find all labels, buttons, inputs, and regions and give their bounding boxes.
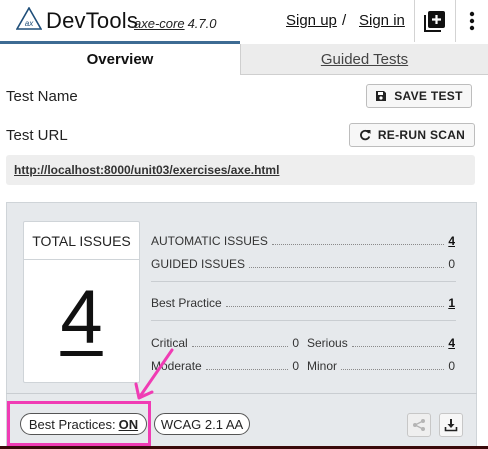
minor-value: 0 [448, 359, 455, 373]
best-practice-label: Best Practice [151, 296, 222, 310]
share-icon [413, 419, 425, 431]
save-test-button[interactable]: SAVE TEST [366, 84, 472, 108]
panel-footer-divider [6, 393, 477, 394]
guided-issues-label: GUIDED ISSUES [151, 257, 246, 271]
save-test-label: SAVE TEST [394, 89, 463, 103]
wcag-level-label: WCAG 2.1 AA [160, 416, 244, 432]
best-practice-value[interactable]: 1 [448, 296, 455, 310]
tab-overview[interactable]: Overview [0, 44, 240, 75]
more-menu-button[interactable] [456, 0, 488, 42]
total-issues-card: TOTAL ISSUES 4 [23, 221, 140, 383]
floppy-disk-icon [376, 91, 387, 101]
engine-info: axe-core 4.7.0 [134, 16, 217, 31]
app-header: ax DevTools axe-core 4.7.0 Sign up / Sign… [0, 0, 488, 42]
kebab-menu-icon [469, 11, 475, 31]
guided-issues-value: 0 [448, 257, 455, 271]
critical-value: 0 [292, 336, 299, 350]
plus-square-icon [424, 11, 445, 32]
total-issues-count[interactable]: 4 [24, 274, 139, 361]
serious-value[interactable]: 4 [448, 336, 455, 350]
share-button[interactable] [407, 413, 431, 437]
engine-version: 4.7.0 [187, 16, 217, 31]
serious-row: Serious 4 [307, 334, 455, 350]
export-button[interactable] [439, 413, 463, 437]
sign-up-link[interactable]: Sign up [286, 12, 337, 29]
test-name-label: Test Name [6, 88, 78, 105]
wcag-level-selector[interactable]: WCAG 2.1 AA [154, 413, 250, 435]
summary-divider [151, 281, 456, 282]
rerun-scan-label: RE-RUN SCAN [377, 128, 466, 142]
test-url-label: Test URL [6, 127, 68, 144]
logo-text: ax [25, 19, 34, 28]
brand-title: DevTools [46, 8, 139, 33]
test-url-box: http://localhost:8000/unit03/exercises/a… [6, 155, 475, 185]
nav-separator: / [342, 12, 347, 29]
best-practice-row: Best Practice 1 [151, 294, 455, 310]
minor-row: Minor 0 [307, 357, 455, 373]
critical-label: Critical [151, 336, 188, 350]
automatic-issues-value[interactable]: 4 [448, 234, 455, 248]
automatic-issues-row: AUTOMATIC ISSUES 4 [151, 232, 455, 248]
automatic-issues-label: AUTOMATIC ISSUES [151, 234, 268, 248]
axe-logo-icon: ax [16, 7, 42, 30]
summary-divider [151, 320, 456, 321]
tab-guided-tests[interactable]: Guided Tests [240, 44, 488, 75]
total-issues-title: TOTAL ISSUES [24, 222, 139, 260]
guided-issues-row: GUIDED ISSUES 0 [151, 255, 455, 271]
moderate-label: Moderate [151, 359, 202, 373]
download-icon [444, 419, 458, 432]
moderate-row: Moderate 0 [151, 357, 299, 373]
serious-label: Serious [307, 336, 348, 350]
refresh-icon [359, 129, 371, 141]
annotation-highlight-box [7, 401, 151, 446]
moderate-value: 0 [292, 359, 299, 373]
test-url-link[interactable]: http://localhost:8000/unit03/exercises/a… [14, 163, 279, 177]
minor-label: Minor [307, 359, 338, 373]
critical-row: Critical 0 [151, 334, 299, 350]
sign-in-link[interactable]: Sign in [359, 12, 405, 29]
rerun-scan-button[interactable]: RE-RUN SCAN [349, 123, 475, 147]
engine-name-link[interactable]: axe-core [134, 16, 185, 31]
add-test-button[interactable] [415, 0, 455, 42]
